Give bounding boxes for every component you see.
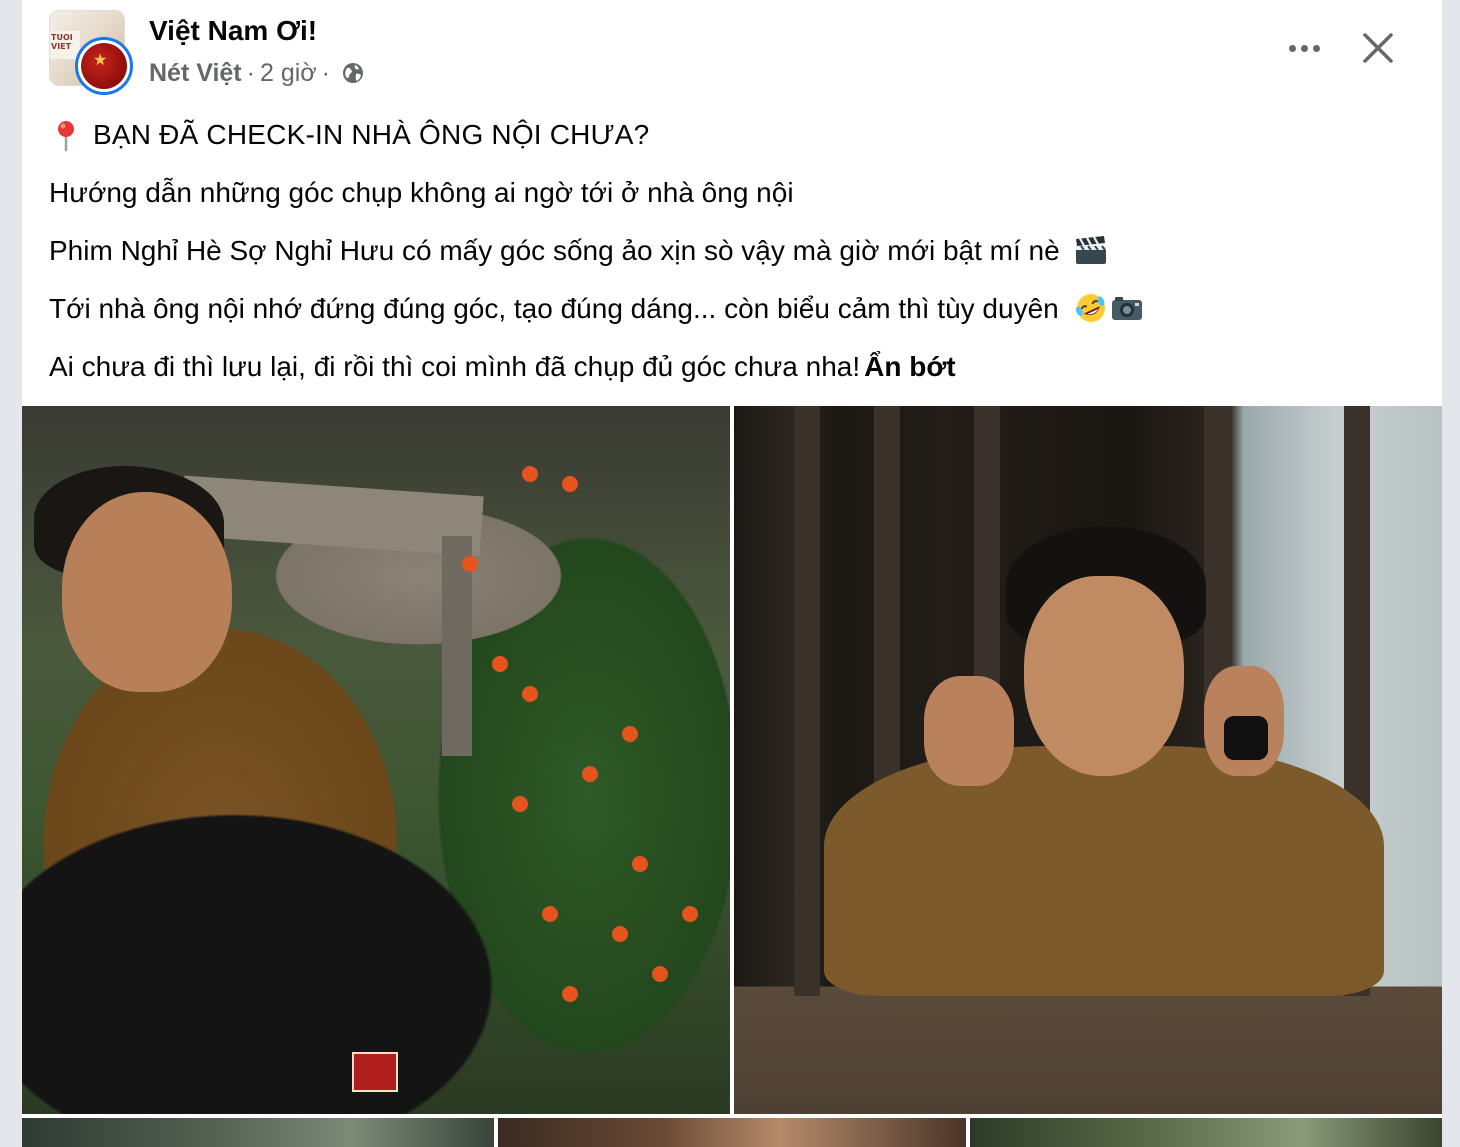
post-text-line-3: Tới nhà ông nội nhớ đứng đúng góc, tạo đ… (49, 293, 1059, 324)
post-card: TUOI VIET ★ Việt Nam Ơi! Nét Việt · 2 giờ… (22, 0, 1442, 1147)
round-pushpin-icon (58, 121, 74, 152)
post-text-line-4: Ai chưa đi thì lưu lại, đi rồi thì coi m… (49, 351, 861, 382)
post-line-3: Tới nhà ông nội nhớ đứng đúng góc, tạo đ… (49, 280, 1419, 338)
net-viet-watermark (352, 1052, 398, 1092)
group-name-link[interactable]: Việt Nam Ơi! (149, 14, 317, 48)
post-timestamp[interactable]: 2 giờ (260, 56, 317, 90)
photo-thumb-4[interactable] (498, 1118, 966, 1147)
post-text-line-1: Hướng dẫn những góc chụp không ai ngờ tớ… (49, 177, 794, 208)
photo-thumb-5[interactable] (970, 1118, 1442, 1147)
more-horizontal-icon[interactable] (1280, 28, 1328, 68)
post-headline-line: BẠN ĐÃ CHECK-IN NHÀ ÔNG NỘI CHƯA? (49, 106, 1419, 164)
post-line-4: Ai chưa đi thì lưu lại, đi rồi thì coi m… (49, 338, 1419, 396)
photo-man-crouching-flowers[interactable] (22, 406, 730, 1114)
clapper-board-icon (1076, 236, 1107, 264)
see-less-button[interactable]: Ẩn bớt (864, 351, 955, 382)
post-meta: Nét Việt · 2 giờ · (149, 56, 365, 90)
photo-man-wooden-window[interactable] (734, 406, 1442, 1114)
page-avatar[interactable]: ★ (75, 37, 133, 95)
close-icon[interactable] (1356, 26, 1400, 70)
star-icon: ★ (93, 50, 108, 69)
post-text-line-2: Phim Nghỉ Hè Sợ Nghỉ Hưu có mấy góc sống… (49, 235, 1060, 266)
rolling-laughing-icon (1075, 294, 1105, 322)
post-text: BẠN ĐÃ CHECK-IN NHÀ ÔNG NỘI CHƯA? Hướng … (49, 106, 1419, 396)
globe-icon[interactable] (341, 61, 365, 85)
post-header: TUOI VIET ★ Việt Nam Ơi! Nét Việt · 2 giờ… (22, 0, 1442, 100)
post-line-1: Hướng dẫn những góc chụp không ai ngờ tớ… (49, 164, 1419, 222)
post-headline: BẠN ĐÃ CHECK-IN NHÀ ÔNG NỘI CHƯA? (93, 119, 650, 150)
camera-icon (1111, 297, 1142, 320)
meta-separator: · (321, 59, 330, 87)
group-avatar-logo: TUOI VIET (51, 33, 73, 51)
avatar-group[interactable]: TUOI VIET ★ (49, 10, 139, 100)
photo-thumb-3[interactable] (22, 1118, 494, 1147)
post-line-2: Phim Nghỉ Hè Sợ Nghỉ Hưu có mấy góc sống… (49, 222, 1419, 280)
meta-separator: · (246, 59, 255, 87)
author-link[interactable]: Nét Việt (149, 56, 242, 90)
